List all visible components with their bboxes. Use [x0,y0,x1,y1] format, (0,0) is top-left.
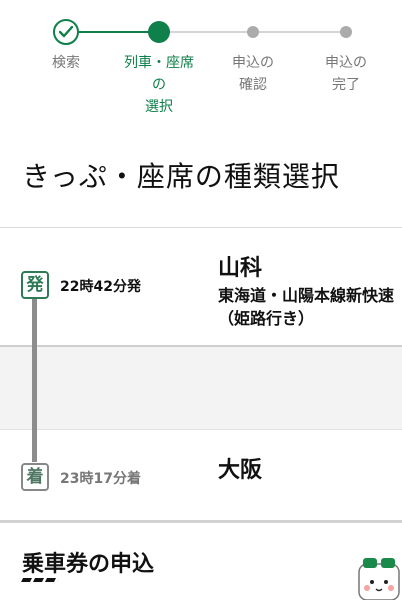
arrival-time: 23時17分着 [60,471,141,487]
divider [0,520,402,523]
check-icon [59,26,73,38]
step-label-search: 検索 [52,55,80,71]
arrival-station: 大阪 [218,458,263,483]
step-select-node [148,21,170,43]
step-label-confirm: 申込の 確認 [232,55,274,93]
page-title: きっぷ・座席の種類選択 [22,160,340,193]
step-search-node [53,19,79,45]
progress-stepper: 検索 列車・座席 の 選択 申込の 確認 申込の 完了 [0,0,402,130]
step-complete-node [340,26,352,38]
route-gap-band [0,345,402,430]
divider [0,227,402,228]
step-label-complete: 申込の 完了 [325,55,367,93]
step-connector-2 [159,31,253,33]
step-connector-1 [66,31,159,33]
step-confirm-node [247,26,259,38]
step-connector-3 [253,31,346,33]
departure-station: 山科 [218,256,263,281]
step-label-select: 列車・座席 の 選択 [124,55,194,115]
departure-time: 22時42分発 [60,279,141,295]
route-timeline [32,297,37,462]
section-underline [21,578,59,582]
mascot-icon[interactable] [356,556,402,600]
train-name: 東海道・山陽本線新快速（姫路行き） [218,286,395,328]
arrival-badge: 着 [21,463,49,491]
section-title: 乗車券の申込 [22,552,155,577]
departure-badge: 発 [21,271,49,299]
